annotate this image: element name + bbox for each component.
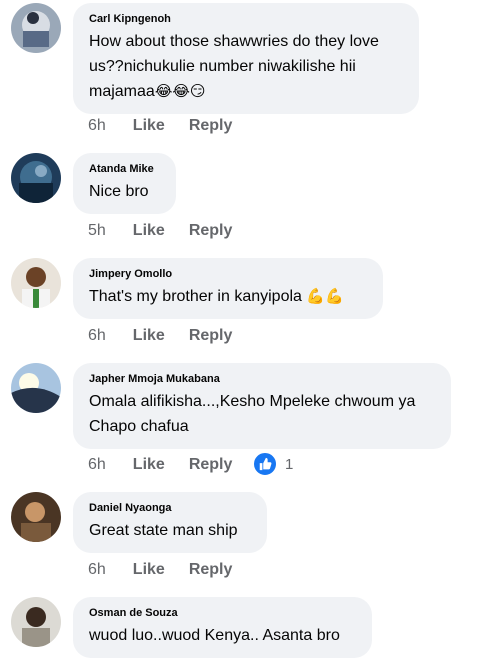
reply-button[interactable]: Reply bbox=[189, 327, 233, 345]
avatar[interactable] bbox=[11, 3, 61, 53]
reply-button[interactable]: Reply bbox=[189, 456, 233, 474]
reply-button[interactable]: Reply bbox=[189, 117, 233, 135]
comment-text: Omala alifikisha...,Kesho Mpeleke chwoum… bbox=[89, 393, 416, 435]
like-button[interactable]: Like bbox=[133, 222, 165, 240]
avatar[interactable] bbox=[11, 153, 61, 203]
reply-button[interactable]: Reply bbox=[189, 222, 233, 240]
like-button[interactable]: Like bbox=[133, 327, 165, 345]
thumbs-up-icon bbox=[252, 451, 278, 477]
comment-time[interactable]: 6h bbox=[88, 561, 106, 579]
avatar[interactable] bbox=[11, 258, 61, 308]
avatar[interactable] bbox=[11, 363, 61, 413]
comment-author[interactable]: Daniel Nyaonga bbox=[89, 501, 251, 515]
reply-button[interactable]: Reply bbox=[189, 561, 233, 579]
comment-bubble: Osman de Souza wuod luo..wuod Kenya.. As… bbox=[73, 597, 372, 658]
like-button[interactable]: Like bbox=[133, 117, 165, 135]
comment-bubble: Jimpery Omollo That's my brother in kany… bbox=[73, 258, 383, 319]
reaction-count: 1 bbox=[285, 455, 294, 473]
comment-bubble: Carl Kipngenoh How about those shawwries… bbox=[73, 3, 419, 114]
comment-text: wuod luo..wuod Kenya.. Asanta bro bbox=[89, 627, 340, 644]
comment-emoji: 💪💪 bbox=[306, 287, 344, 305]
comment-text-body: How about those shawwries do they love u… bbox=[89, 33, 379, 100]
like-button[interactable]: Like bbox=[133, 456, 165, 474]
comment-author[interactable]: Osman de Souza bbox=[89, 606, 356, 620]
comment-text: How about those shawwries do they love u… bbox=[89, 29, 403, 104]
comment-author[interactable]: Jimpery Omollo bbox=[89, 267, 367, 281]
comment-emoji: 😂😂😏 bbox=[154, 82, 206, 100]
comment-bubble: Daniel Nyaonga Great state man ship bbox=[73, 492, 267, 553]
comment-text: That's my brother in kanyipola 💪💪 bbox=[89, 284, 367, 309]
comment-actions: 6h Like Reply bbox=[88, 561, 232, 579]
comment-text: Great state man ship bbox=[89, 522, 238, 539]
comment-actions: 6h Like Reply bbox=[88, 327, 232, 345]
comment-bubble: Atanda Mike Nice bro bbox=[73, 153, 176, 214]
comment-text: Nice bro bbox=[89, 183, 149, 200]
avatar[interactable] bbox=[11, 597, 61, 647]
reaction-summary[interactable]: 1 bbox=[252, 451, 293, 477]
comment-author[interactable]: Carl Kipngenoh bbox=[89, 12, 403, 26]
comment-text-body: That's my brother in kanyipola bbox=[89, 288, 307, 305]
like-button[interactable]: Like bbox=[133, 561, 165, 579]
comment-bubble: Japher Mmoja Mukabana Omala alifikisha..… bbox=[73, 363, 451, 449]
comment-actions: 6h Like Reply bbox=[88, 117, 232, 135]
comment-time[interactable]: 6h bbox=[88, 117, 106, 135]
comment-author[interactable]: Atanda Mike bbox=[89, 162, 160, 176]
comment-actions: 5h Like Reply bbox=[88, 222, 232, 240]
comment-author[interactable]: Japher Mmoja Mukabana bbox=[89, 372, 435, 386]
comment-time[interactable]: 6h bbox=[88, 456, 106, 474]
comment-time[interactable]: 6h bbox=[88, 327, 106, 345]
comment-time[interactable]: 5h bbox=[88, 222, 106, 240]
comment-actions: 6h Like Reply bbox=[88, 456, 232, 474]
avatar[interactable] bbox=[11, 492, 61, 542]
